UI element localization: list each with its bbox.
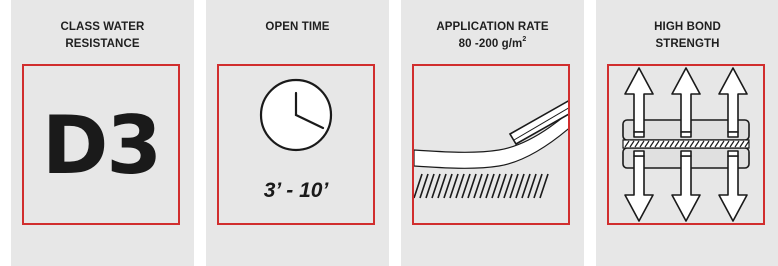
clamp-tab xyxy=(680,131,692,138)
title-line: 80 -200 g/m2 xyxy=(401,36,584,53)
icon-frame xyxy=(412,64,570,225)
clamp-tab xyxy=(680,150,692,157)
card-title: APPLICATION RATE 80 -200 g/m2 xyxy=(401,19,584,53)
title-line: OPEN TIME xyxy=(265,21,330,33)
card-title: HIGH BOND STRENGTH xyxy=(596,19,778,53)
clamp-tab xyxy=(633,150,645,157)
open-time-value: 3’ - 10’ xyxy=(263,179,329,202)
unit-superscript: 2 xyxy=(522,36,527,43)
card-open-time: OPEN TIME 3’ - 10’ xyxy=(206,0,389,266)
application-rate-value: 80 -200 g/m xyxy=(458,38,523,50)
card-water-resistance: CLASS WATER RESISTANCE D3 xyxy=(11,0,194,266)
card-title: OPEN TIME xyxy=(206,19,389,36)
title-line: RESISTANCE xyxy=(65,38,140,50)
icon-frame: 3’ - 10’ xyxy=(217,64,375,225)
clamp-tab xyxy=(727,150,739,157)
bond-strength-arrows-icon xyxy=(622,67,750,222)
icon-frame xyxy=(607,64,765,225)
title-line: APPLICATION RATE xyxy=(436,21,549,33)
clamp-tab xyxy=(633,131,645,138)
title-line: CLASS WATER xyxy=(60,21,145,33)
title-line: HIGH BOND xyxy=(654,21,721,33)
water-resistance-class: D3 xyxy=(41,99,162,192)
clamp-tab xyxy=(727,131,739,138)
card-application-rate: APPLICATION RATE 80 -200 g/m2 xyxy=(401,0,584,266)
card-bond-strength: HIGH BOND STRENGTH xyxy=(596,0,778,266)
card-title: CLASS WATER RESISTANCE xyxy=(11,19,194,53)
icon-frame: D3 xyxy=(22,64,180,225)
title-line: STRENGTH xyxy=(655,38,720,50)
spreading-trowel-icon xyxy=(414,100,568,199)
